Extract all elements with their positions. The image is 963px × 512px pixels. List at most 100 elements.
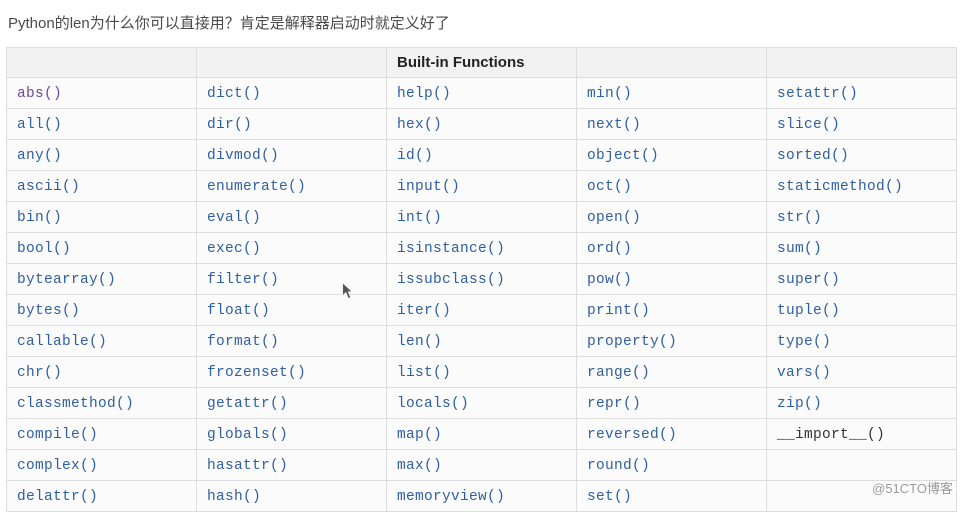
- table-cell: hasattr(): [197, 450, 387, 481]
- function-link[interactable]: divmod(): [207, 148, 279, 164]
- function-link[interactable]: bool(): [17, 241, 71, 257]
- table-row: bool() exec() isinstance() ord() sum(): [7, 233, 957, 264]
- table-cell: super(): [767, 264, 957, 295]
- table-cell: reversed(): [577, 419, 767, 450]
- builtin-functions-table: Built-in Functions abs() dict() help() min(…: [6, 47, 957, 512]
- table-cell: bin(): [7, 202, 197, 233]
- table-cell: hex(): [387, 109, 577, 140]
- function-link[interactable]: dict(): [207, 86, 261, 102]
- function-link[interactable]: __import__(): [777, 427, 885, 443]
- function-link[interactable]: setattr(): [777, 86, 858, 102]
- table-row: complex() hasattr() max() round(): [7, 450, 957, 481]
- table-cell: tuple(): [767, 295, 957, 326]
- function-link[interactable]: sum(): [777, 241, 822, 257]
- function-link[interactable]: hex(): [397, 117, 442, 133]
- function-link[interactable]: any(): [17, 148, 62, 164]
- table-row: any() divmod() id() object() sorted(): [7, 140, 957, 171]
- function-link[interactable]: ascii(): [17, 179, 80, 195]
- function-link[interactable]: object(): [587, 148, 659, 164]
- table-cell: any(): [7, 140, 197, 171]
- function-link[interactable]: isinstance(): [397, 241, 505, 257]
- table-cell: min(): [577, 78, 767, 109]
- function-link[interactable]: reversed(): [587, 427, 677, 443]
- function-link[interactable]: bytearray(): [17, 272, 116, 288]
- function-link[interactable]: str(): [777, 210, 822, 226]
- table-cell: globals(): [197, 419, 387, 450]
- table-cell: set(): [577, 481, 767, 512]
- function-link[interactable]: abs(): [17, 86, 62, 102]
- function-link[interactable]: len(): [397, 334, 442, 350]
- function-link[interactable]: complex(): [17, 458, 98, 474]
- header-cell-title: Built-in Functions: [387, 48, 577, 78]
- function-link[interactable]: round(): [587, 458, 650, 474]
- table-cell: enumerate(): [197, 171, 387, 202]
- function-link[interactable]: exec(): [207, 241, 261, 257]
- table-cell: slice(): [767, 109, 957, 140]
- table-cell: all(): [7, 109, 197, 140]
- table-cell: callable(): [7, 326, 197, 357]
- function-link[interactable]: callable(): [17, 334, 107, 350]
- function-link[interactable]: vars(): [777, 365, 831, 381]
- function-link[interactable]: hasattr(): [207, 458, 288, 474]
- table-cell: sum(): [767, 233, 957, 264]
- function-link[interactable]: super(): [777, 272, 840, 288]
- function-link[interactable]: bin(): [17, 210, 62, 226]
- function-link[interactable]: open(): [587, 210, 641, 226]
- table-cell: chr(): [7, 357, 197, 388]
- function-link[interactable]: oct(): [587, 179, 632, 195]
- function-link[interactable]: input(): [397, 179, 460, 195]
- table-cell: vars(): [767, 357, 957, 388]
- function-link[interactable]: zip(): [777, 396, 822, 412]
- function-link[interactable]: slice(): [777, 117, 840, 133]
- function-link[interactable]: getattr(): [207, 396, 288, 412]
- function-link[interactable]: chr(): [17, 365, 62, 381]
- function-link[interactable]: max(): [397, 458, 442, 474]
- table-cell: float(): [197, 295, 387, 326]
- function-link[interactable]: id(): [397, 148, 433, 164]
- function-link[interactable]: locals(): [397, 396, 469, 412]
- function-link[interactable]: help(): [397, 86, 451, 102]
- table-cell: __import__(): [767, 419, 957, 450]
- function-link[interactable]: dir(): [207, 117, 252, 133]
- table-row: delattr()hash()memoryview()set(): [7, 481, 957, 512]
- function-link[interactable]: classmethod(): [17, 396, 134, 412]
- function-link[interactable]: bytes(): [17, 303, 80, 319]
- table-cell: pow(): [577, 264, 767, 295]
- builtin-functions-table-wrap: Built-in Functions abs() dict() help() min(…: [0, 47, 963, 512]
- function-link[interactable]: range(): [587, 365, 650, 381]
- function-link[interactable]: compile(): [17, 427, 98, 443]
- table-cell: exec(): [197, 233, 387, 264]
- function-link[interactable]: enumerate(): [207, 179, 306, 195]
- function-link[interactable]: pow(): [587, 272, 632, 288]
- function-link[interactable]: staticmethod(): [777, 179, 903, 195]
- table-row: ascii() enumerate() input() oct() staticmeth…: [7, 171, 957, 202]
- function-link[interactable]: type(): [777, 334, 831, 350]
- function-link[interactable]: print(): [587, 303, 650, 319]
- function-link[interactable]: issubclass(): [397, 272, 505, 288]
- function-link[interactable]: format(): [207, 334, 279, 350]
- function-link[interactable]: globals(): [207, 427, 288, 443]
- function-link[interactable]: property(): [587, 334, 677, 350]
- function-link[interactable]: float(): [207, 303, 270, 319]
- function-link[interactable]: sorted(): [777, 148, 849, 164]
- function-link[interactable]: list(): [397, 365, 451, 381]
- function-link[interactable]: frozenset(): [207, 365, 306, 381]
- function-link[interactable]: eval(): [207, 210, 261, 226]
- function-link[interactable]: min(): [587, 86, 632, 102]
- function-link[interactable]: int(): [397, 210, 442, 226]
- page-heading: Python的len为什么你可以直接用？肯定是解释器启动时就定义好了: [0, 0, 963, 47]
- function-link[interactable]: filter(): [207, 272, 279, 288]
- table-cell: divmod(): [197, 140, 387, 171]
- function-link[interactable]: ord(): [587, 241, 632, 257]
- function-link[interactable]: all(): [17, 117, 62, 133]
- function-link[interactable]: map(): [397, 427, 442, 443]
- function-link[interactable]: tuple(): [777, 303, 840, 319]
- table-cell: isinstance(): [387, 233, 577, 264]
- function-link[interactable]: repr(): [587, 396, 641, 412]
- function-link[interactable]: iter(): [397, 303, 451, 319]
- table-row: chr() frozenset() list() range() vars(): [7, 357, 957, 388]
- table-row: bytearray() filter() issubclass() pow() supe…: [7, 264, 957, 295]
- table-cell: range(): [577, 357, 767, 388]
- table-cell: open(): [577, 202, 767, 233]
- function-link[interactable]: next(): [587, 117, 641, 133]
